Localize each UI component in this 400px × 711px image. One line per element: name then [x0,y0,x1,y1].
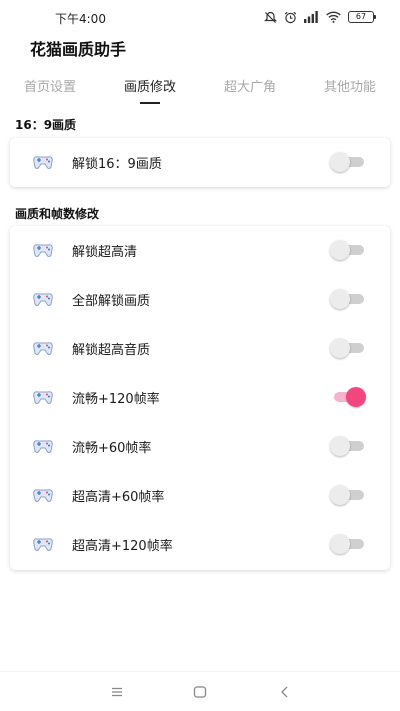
setting-row: 全部解锁画质 [10,275,390,324]
setting-label: 超高清+120帧率 [72,539,173,554]
tab-active-indicator [140,102,160,104]
toggle-switch[interactable] [330,436,364,456]
toggle-switch[interactable] [330,152,364,172]
gamepad-icon [33,293,53,306]
setting-label: 全部解锁画质 [72,294,151,309]
setting-row: 流畅+120帧率 [10,373,390,422]
tab-label: 超大广角 [223,80,276,95]
toggle-switch[interactable] [330,485,364,505]
gamepad-icon [33,244,53,257]
home-icon[interactable] [191,684,209,700]
setting-row: 超高清+60帧率 [10,471,390,520]
setting-label: 流畅+60帧率 [72,441,152,456]
setting-row: 流畅+60帧率 [10,422,390,471]
wifi-icon [326,11,341,23]
signal-icon [304,11,318,23]
toggle-switch[interactable] [330,387,366,407]
setting-label: 流畅+120帧率 [72,392,160,407]
back-icon[interactable] [276,684,294,700]
card-ratio: 解锁16：9画质 [10,138,390,187]
setting-row: 解锁超高清 [10,226,390,275]
battery-level: 67 [355,12,367,21]
gamepad-icon [33,342,53,355]
toggle-switch[interactable] [330,338,364,358]
tab-other-functions[interactable]: 其他功能 [310,76,390,95]
tab-bar: 首页设置 画质修改 超大广角 其他功能 [0,76,400,110]
system-nav-bar [0,671,400,711]
tab-quality-edit[interactable]: 画质修改 [110,76,190,104]
gamepad-icon [33,489,53,502]
mute-icon [264,11,277,23]
setting-row: 解锁16：9画质 [10,138,390,187]
toggle-switch[interactable] [330,289,364,309]
alarm-icon [284,11,297,23]
setting-label: 超高清+60帧率 [72,490,165,505]
section-title-quality: 画质和帧数修改 [15,207,100,221]
status-bar: 下午4:00 67 [0,0,400,34]
battery-icon: 67 [348,11,376,23]
tab-home-settings[interactable]: 首页设置 [10,76,90,95]
tab-label: 其他功能 [323,80,376,95]
gamepad-icon [33,391,53,404]
toggle-switch[interactable] [330,534,364,554]
app-title: 花猫画质助手 [30,40,127,59]
gamepad-icon [33,156,53,169]
toggle-switch[interactable] [330,240,364,260]
gamepad-icon [33,440,53,453]
tab-label: 首页设置 [23,80,76,95]
card-quality: 解锁超高清 全部解锁画质 解锁超高音质 流畅+120帧率 流畅+60帧率 超高清… [10,226,390,570]
setting-label: 解锁超高音质 [72,343,151,358]
setting-label: 解锁超高清 [72,245,138,260]
setting-row: 超高清+120帧率 [10,520,390,569]
section-title-ratio: 16：9画质 [15,118,77,132]
status-icons: 67 [264,8,376,26]
setting-label: 解锁16：9画质 [72,157,162,172]
gamepad-icon [33,538,53,551]
status-time: 下午4:00 [55,12,106,26]
menu-icon[interactable] [108,684,126,700]
tab-wide-angle[interactable]: 超大广角 [210,76,290,95]
setting-row: 解锁超高音质 [10,324,390,373]
tab-label: 画质修改 [123,80,176,95]
